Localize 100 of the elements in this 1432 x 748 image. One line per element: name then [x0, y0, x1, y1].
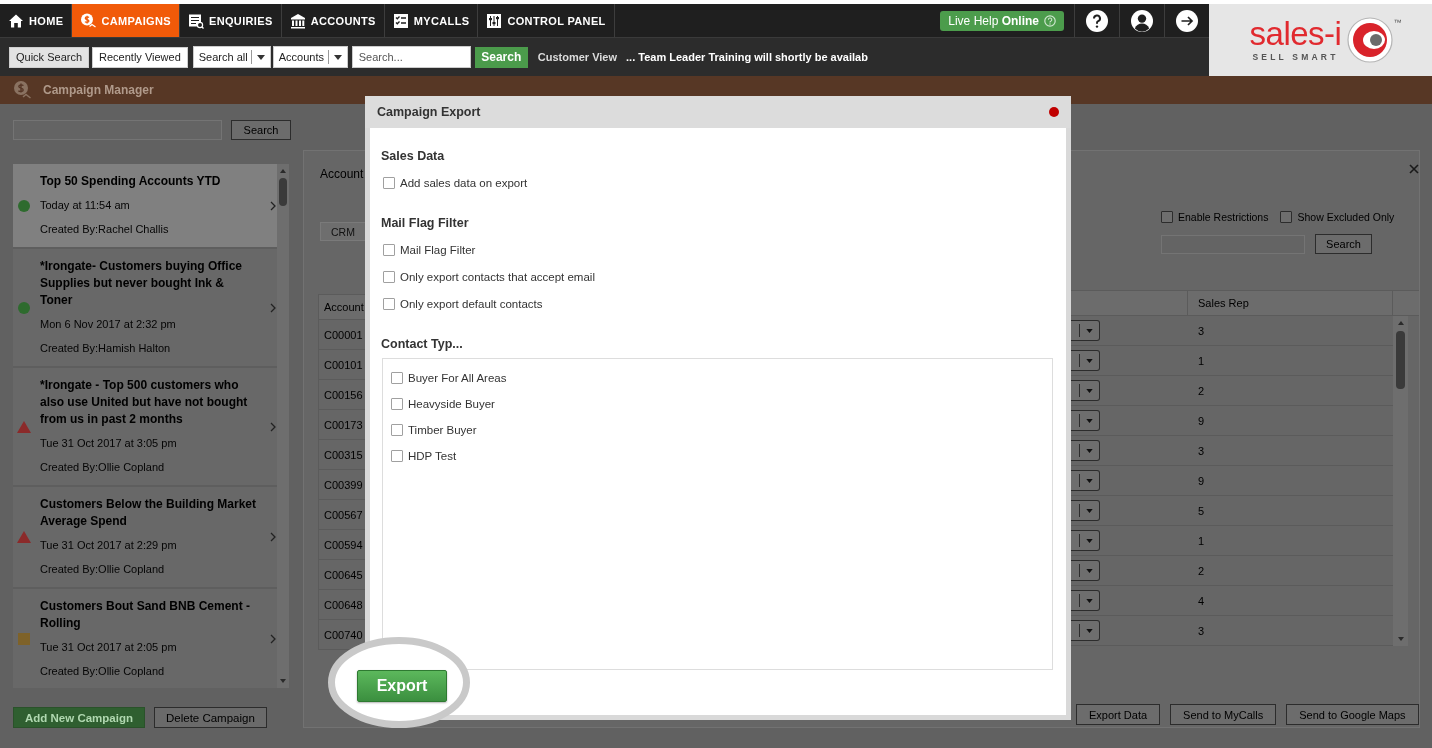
dropdown-toggle[interactable]: [1071, 470, 1100, 491]
table-cell-text: 4: [1197, 594, 1206, 607]
checkbox[interactable]: [391, 398, 403, 410]
table-cell-text: 2: [1197, 384, 1206, 397]
caret-icon: [1086, 388, 1093, 393]
checkbox[interactable]: [383, 298, 395, 310]
dropdown-toggle[interactable]: [1071, 620, 1100, 641]
campaign-date: Tue 31 Oct 2017 at 2:05 pm: [40, 640, 178, 655]
campaign-date: Mon 6 Nov 2017 at 2:32 pm: [40, 317, 177, 332]
search-field[interactable]: Search...: [351, 46, 471, 68]
checkbox[interactable]: [1161, 211, 1173, 223]
search-button[interactable]: Search: [231, 120, 291, 140]
chevron-right-icon: [270, 302, 276, 313]
house-icon: [8, 12, 24, 29]
checkbox[interactable]: [383, 271, 395, 283]
action-button[interactable]: Send to MyCalls: [1170, 704, 1277, 725]
dropdown-toggle[interactable]: [1071, 410, 1100, 431]
checkbox[interactable]: [1280, 211, 1293, 223]
checkbox-label: Enable Restrictions: [1178, 211, 1269, 223]
checkbox-label: Mail Flag Filter: [400, 244, 476, 256]
action-button[interactable]: Export Data: [1076, 704, 1161, 725]
checklist-icon: [392, 12, 409, 29]
campaign-action-button[interactable]: Delete Campaign: [154, 707, 267, 728]
table-cell-text: 5: [1197, 504, 1206, 517]
checkbox[interactable]: [391, 424, 403, 436]
scroll-up-icon[interactable]: [1397, 321, 1404, 325]
dropdown-toggle[interactable]: [1071, 500, 1100, 521]
column-header: Sales Rep: [1188, 291, 1393, 315]
action-button[interactable]: Send to Google Maps: [1286, 704, 1419, 725]
nav-tab[interactable]: ACCOUNTS: [281, 4, 385, 37]
campaign-date: Today at 11:54 am: [40, 198, 131, 213]
scroll-down-icon[interactable]: [280, 679, 286, 683]
dropdown-toggle[interactable]: [1071, 590, 1100, 611]
campaign-item[interactable]: Top 50 Spending Accounts YTD Today at 11:54 am Created By:Rachel Challis: [13, 164, 277, 249]
campaign-item[interactable]: *Irongate- Customers buying Office Supplies but never bought Ink & Toner Mon 6 Nov 2017 at 2:32 pm Created By:Hamish Halton: [13, 249, 277, 368]
help-icon: [1086, 9, 1108, 32]
live-help-button[interactable]: Live Help Online: [940, 10, 1064, 31]
checkbox[interactable]: [383, 244, 395, 256]
campaign-item[interactable]: Customers Below the Building Market Average Spend Tue 31 Oct 2017 at 2:29 pm Created By:Ollie Copland: [13, 487, 277, 589]
bank-icon: [289, 12, 306, 29]
dropdown-toggle[interactable]: [1071, 530, 1100, 551]
nav-tab[interactable]: CAMPAIGNS: [72, 4, 180, 37]
caret-icon: [1086, 358, 1093, 363]
search-dropdown[interactable]: Accounts: [272, 46, 348, 68]
search-dropdown[interactable]: Search all: [192, 46, 271, 68]
caret-icon: [1086, 628, 1093, 633]
user-icon: [1131, 9, 1153, 32]
dropdown-toggle[interactable]: [1071, 320, 1100, 341]
checkbox-label: Heavyside Buyer: [408, 398, 495, 410]
caret-icon: [333, 54, 342, 60]
checkbox-label: Only export contacts that accept email: [400, 271, 595, 283]
campaign-action-button[interactable]: Add New Campaign: [13, 707, 145, 728]
checkbox[interactable]: [383, 177, 395, 189]
dropdown-toggle[interactable]: [1071, 350, 1100, 371]
campaign-item[interactable]: *Irongate - Top 500 customers who also use United but have not bought from us in past 2 months Tue 31 Oct 2017 at 3:05 pm Created By:Ollie Copland: [13, 368, 277, 487]
table-cell-text: 9: [1197, 474, 1206, 487]
scrollbar-thumb[interactable]: [1396, 331, 1405, 389]
nav-tab[interactable]: ENQUIRIES: [179, 4, 282, 37]
scroll-down-icon[interactable]: [1397, 637, 1404, 641]
caret-icon: [1086, 508, 1093, 513]
nav-tab[interactable]: MYCALLS: [384, 4, 479, 37]
caret-icon: [1086, 418, 1093, 423]
search-mode-tab[interactable]: Recently Viewed: [92, 46, 188, 68]
checkbox[interactable]: [391, 372, 403, 384]
search-mode-tab[interactable]: Quick Search: [9, 46, 90, 68]
scrollbar[interactable]: [277, 164, 289, 688]
help-icon: [1044, 14, 1056, 27]
scrollbar-thumb[interactable]: [279, 178, 287, 206]
nav-tab[interactable]: CONTROL PANEL: [478, 4, 615, 37]
scrollbar[interactable]: [1393, 316, 1408, 646]
dropdown-toggle[interactable]: [1071, 560, 1100, 581]
search-button[interactable]: Search: [1315, 234, 1372, 254]
coin-icon: [12, 80, 32, 100]
campaign-title: Customers Bout Sand BNB Cement - Rolling: [40, 598, 252, 632]
sliders-icon: [486, 12, 503, 29]
search-button[interactable]: Search: [474, 46, 528, 68]
table-cell-text: 3: [1197, 624, 1206, 637]
dropdown-toggle[interactable]: [1071, 440, 1100, 461]
campaign-date: Tue 31 Oct 2017 at 2:29 pm: [40, 538, 178, 553]
dot-icon[interactable]: [1049, 107, 1059, 117]
customer-view-link[interactable]: Customer View: [537, 51, 618, 63]
crm-button[interactable]: CRM: [320, 222, 365, 241]
scroll-up-icon[interactable]: [280, 169, 286, 173]
checkbox-label: Buyer For All Areas: [408, 372, 507, 384]
campaign-creator: Created By:Ollie Copland: [40, 562, 166, 577]
close-icon[interactable]: [1408, 164, 1419, 174]
dropdown-toggle[interactable]: [1071, 380, 1100, 401]
announcement-ticker: ... Team Leader Training will shortly be availab: [626, 51, 868, 63]
campaign-title: Top 50 Spending Accounts YTD: [40, 173, 222, 190]
caret-icon: [1086, 568, 1093, 573]
campaign-title: *Irongate- Customers buying Office Supplies but never bought Ink & Toner: [40, 258, 244, 309]
page-title: Campaign Manager: [43, 83, 154, 97]
table-cell-text: 1: [1197, 354, 1206, 367]
document-search-icon: [187, 12, 204, 29]
coin-icon: [80, 12, 97, 29]
table-cell-text: 2: [1197, 564, 1206, 577]
export-button[interactable]: Export: [357, 670, 447, 702]
chevron-right-icon: [270, 421, 276, 432]
campaign-item[interactable]: Customers Bout Sand BNB Cement - Rolling Tue 31 Oct 2017 at 2:05 pm Created By:Ollie Copland: [13, 589, 277, 688]
checkbox[interactable]: [391, 450, 403, 462]
